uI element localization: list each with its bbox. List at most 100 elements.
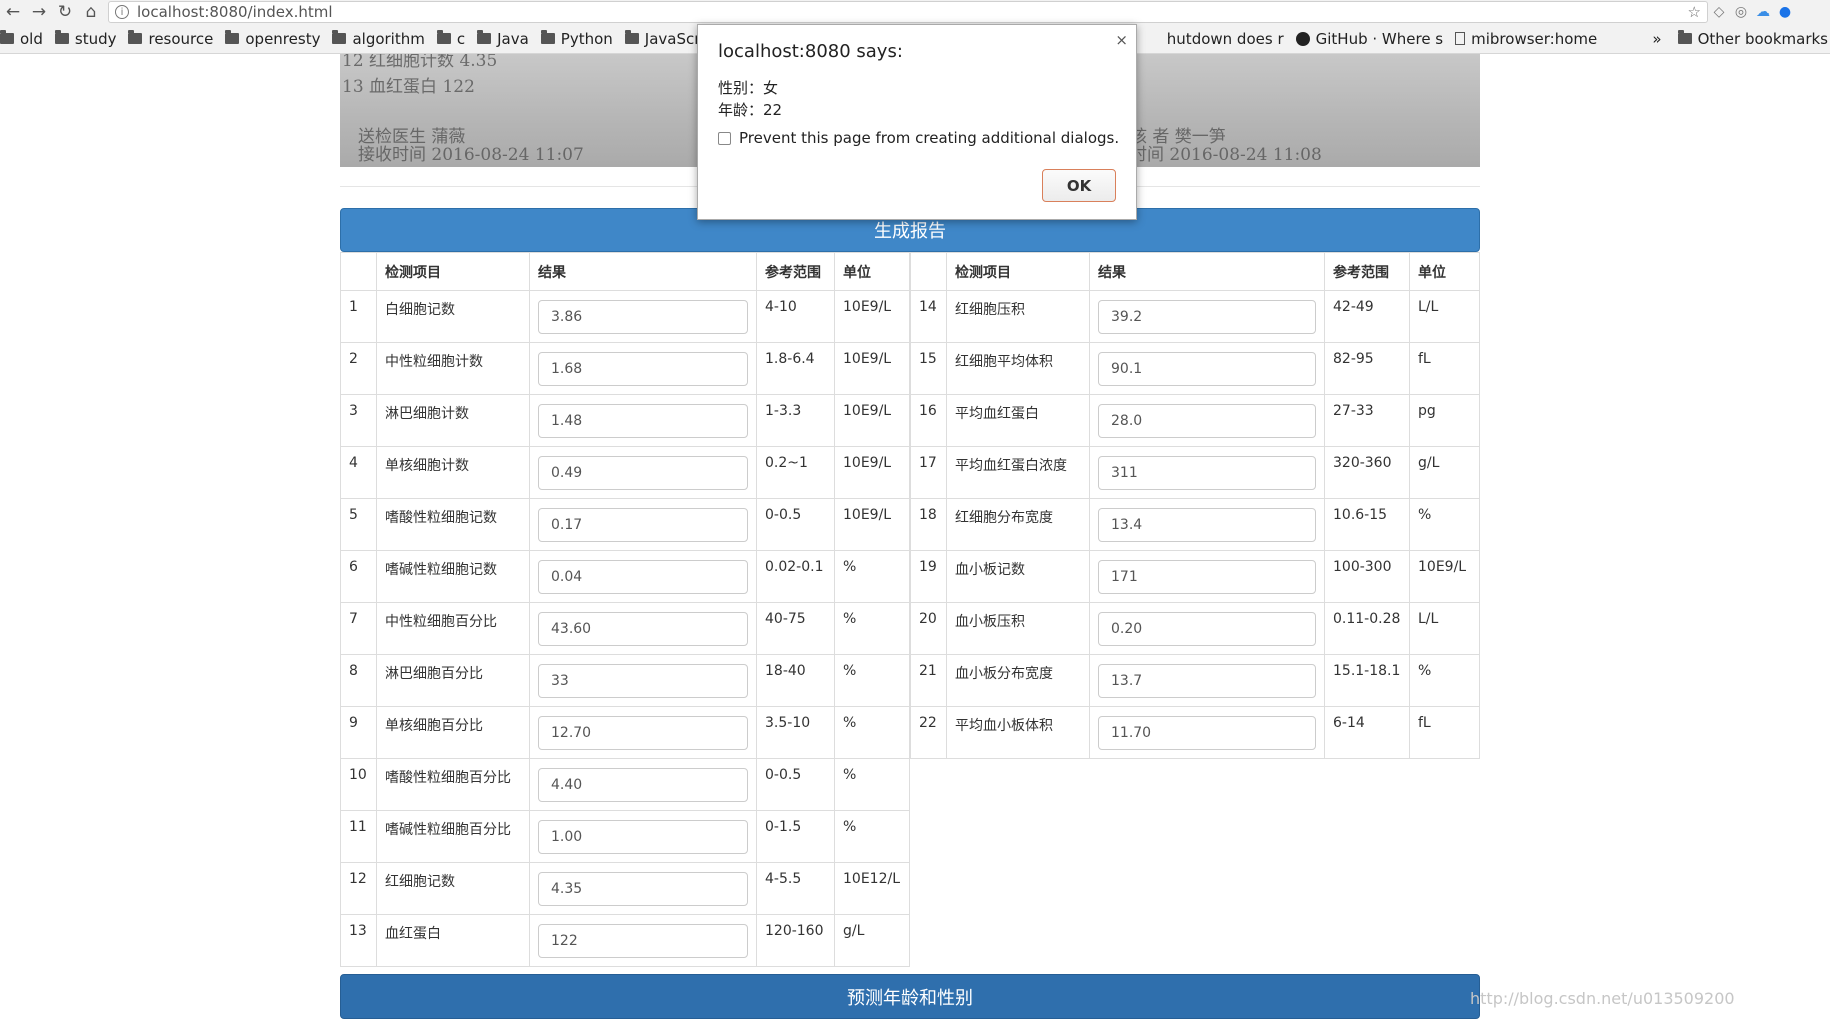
bookmark-study[interactable]: study xyxy=(54,30,116,48)
unit: fL xyxy=(1409,706,1480,759)
bookmark-resource[interactable]: resource xyxy=(128,30,213,48)
result-cell xyxy=(529,446,757,499)
result-input[interactable] xyxy=(538,768,748,802)
reference-range: 6-14 xyxy=(1324,706,1410,759)
result-input[interactable] xyxy=(538,612,748,646)
result-input[interactable] xyxy=(1098,404,1316,438)
test-item-name: 单核细胞百分比 xyxy=(376,706,530,759)
folder-icon xyxy=(128,30,143,44)
table-row: 9单核细胞百分比 3.5-10% xyxy=(340,706,910,759)
table-row: 5嗜酸性粒细胞记数 0-0.510E9/L xyxy=(340,498,910,551)
row-number: 17 xyxy=(910,446,947,499)
col-header-unit: 单位 xyxy=(1409,252,1480,291)
bookmark-c[interactable]: c xyxy=(436,30,465,48)
result-input[interactable] xyxy=(1098,352,1316,386)
scan-text-line: 时间 2016-08-24 11:08 xyxy=(1130,145,1322,165)
result-input[interactable] xyxy=(538,456,748,490)
result-input[interactable] xyxy=(538,664,748,698)
bookmark-mibrowser[interactable]: mibrowser:home xyxy=(1455,30,1597,48)
bookmark-shutdown[interactable]: hutdown does r xyxy=(1167,30,1284,48)
bookmark-openresty[interactable]: openresty xyxy=(225,30,320,48)
table-row: 15红细胞平均体积 82-95fL xyxy=(910,342,1480,395)
forward-icon[interactable]: → xyxy=(26,0,52,24)
star-icon[interactable]: ☆ xyxy=(1688,3,1701,21)
table-row: 20血小板压积 0.11-0.28L/L xyxy=(910,602,1480,655)
result-input[interactable] xyxy=(538,404,748,438)
unit: L/L xyxy=(1409,602,1480,655)
close-icon[interactable]: × xyxy=(1115,31,1128,49)
bookmark-old[interactable]: old xyxy=(0,30,43,48)
row-number: 11 xyxy=(340,810,377,863)
result-input[interactable] xyxy=(538,560,748,594)
unit: % xyxy=(834,810,910,863)
result-cell xyxy=(529,498,757,551)
result-input[interactable] xyxy=(1098,716,1316,750)
other-bookmarks[interactable]: Other bookmarks xyxy=(1677,30,1828,48)
result-input[interactable] xyxy=(1098,664,1316,698)
row-number: 13 xyxy=(340,914,377,967)
result-cell xyxy=(1089,550,1325,603)
unit: % xyxy=(834,602,910,655)
cloud-icon[interactable]: ☁ xyxy=(1752,1,1774,23)
ok-button[interactable]: OK xyxy=(1042,169,1116,202)
test-item-name: 红细胞压积 xyxy=(946,290,1090,343)
bookmarks-overflow-button[interactable]: » xyxy=(1652,30,1661,48)
folder-icon xyxy=(0,30,14,44)
reference-range: 0.02-0.1 xyxy=(756,550,835,603)
row-number: 16 xyxy=(910,394,947,447)
result-input[interactable] xyxy=(1098,612,1316,646)
result-input[interactable] xyxy=(1098,560,1316,594)
test-item-name: 红细胞分布宽度 xyxy=(946,498,1090,551)
url-text: localhost:8080/index.html xyxy=(137,3,333,21)
result-input[interactable] xyxy=(538,300,748,334)
info-icon[interactable]: i xyxy=(115,5,129,19)
reference-range: 120-160 xyxy=(756,914,835,967)
shield-icon[interactable]: ◇ xyxy=(1708,1,1730,23)
result-input[interactable] xyxy=(538,820,748,854)
result-input[interactable] xyxy=(1098,508,1316,542)
folder-icon xyxy=(540,30,555,44)
predict-age-gender-button[interactable]: 预测年龄和性别 xyxy=(340,974,1480,1019)
address-bar[interactable]: i localhost:8080/index.html ☆ xyxy=(108,1,1708,23)
col-header-no xyxy=(910,252,947,291)
translate-icon[interactable]: ◎ xyxy=(1730,1,1752,23)
bookmark-python[interactable]: Python xyxy=(540,30,613,48)
col-header-unit: 单位 xyxy=(834,252,910,291)
dialog-message: 性别：女 年龄：22 xyxy=(718,77,782,121)
folder-icon xyxy=(1677,30,1692,44)
row-number: 4 xyxy=(340,446,377,499)
bookmark-github[interactable]: GitHub · Where s xyxy=(1295,30,1443,48)
result-cell xyxy=(529,550,757,603)
bookmark-algorithm[interactable]: algorithm xyxy=(332,30,425,48)
result-input[interactable] xyxy=(538,924,748,958)
unit: 10E9/L xyxy=(834,446,910,499)
unit: 10E9/L xyxy=(834,290,910,343)
row-number: 18 xyxy=(910,498,947,551)
result-input[interactable] xyxy=(1098,456,1316,490)
reference-range: 27-33 xyxy=(1324,394,1410,447)
bookmark-java[interactable]: Java xyxy=(477,30,529,48)
reference-range: 0.2~1 xyxy=(756,446,835,499)
result-input[interactable] xyxy=(1098,300,1316,334)
reload-icon[interactable]: ↻ xyxy=(52,0,78,24)
dialog-age-line: 年龄：22 xyxy=(718,101,783,119)
test-item-name: 白细胞记数 xyxy=(376,290,530,343)
reference-range: 1.8-6.4 xyxy=(756,342,835,395)
row-number: 2 xyxy=(340,342,377,395)
result-input[interactable] xyxy=(538,508,748,542)
back-icon[interactable]: ← xyxy=(0,0,26,24)
test-item-name: 单核细胞计数 xyxy=(376,446,530,499)
test-item-name: 红细胞记数 xyxy=(376,862,530,915)
home-icon[interactable]: ⌂ xyxy=(78,0,104,24)
result-cell xyxy=(1089,342,1325,395)
result-cell xyxy=(1089,706,1325,759)
test-item-name: 血红蛋白 xyxy=(376,914,530,967)
prevent-dialogs-option[interactable]: Prevent this page from creating addition… xyxy=(718,129,1119,147)
test-item-name: 嗜酸性粒细胞记数 xyxy=(376,498,530,551)
prevent-dialogs-checkbox[interactable] xyxy=(718,131,731,145)
result-input[interactable] xyxy=(538,716,748,750)
result-input[interactable] xyxy=(538,872,748,906)
extension-icon[interactable]: ● xyxy=(1774,1,1796,23)
page-icon xyxy=(1455,32,1466,45)
result-input[interactable] xyxy=(538,352,748,386)
